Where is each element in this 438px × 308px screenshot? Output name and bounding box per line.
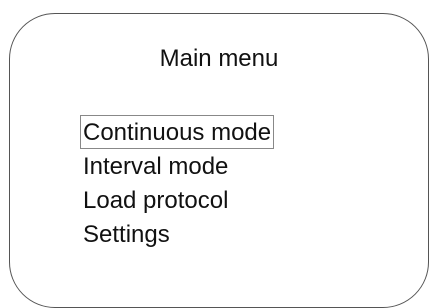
menu-item-interval-mode[interactable]: Interval mode [80,149,274,183]
main-menu-list: Continuous mode Interval mode Load proto… [80,115,275,251]
menu-item-settings[interactable]: Settings [80,217,274,251]
menu-title: Main menu [159,45,279,72]
menu-item-load-protocol[interactable]: Load protocol [80,183,274,217]
menu-item-continuous-mode[interactable]: Continuous mode [80,115,275,149]
device-screen: Main menu Continuous mode Interval mode … [9,13,429,308]
